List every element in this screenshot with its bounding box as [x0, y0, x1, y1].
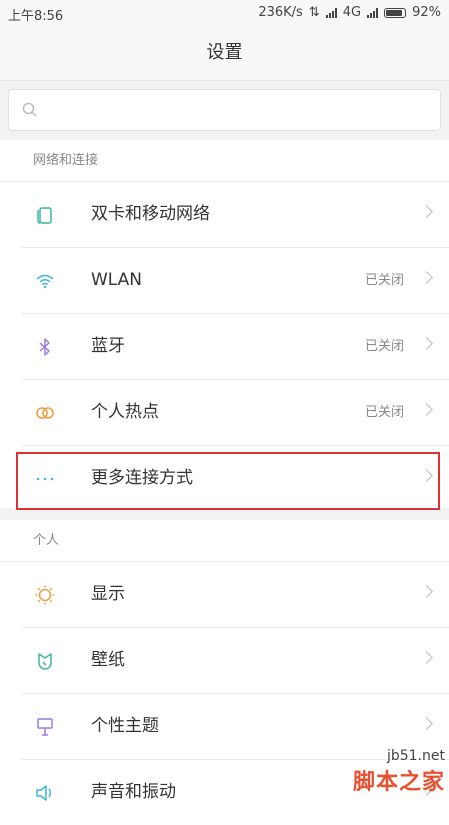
data-arrows-icon: ⇅ [308, 5, 320, 20]
status-speed: 236K/s [258, 5, 303, 20]
item-label: 蓝牙 [91, 336, 125, 356]
highlight-box [16, 452, 440, 510]
watermark: jb51.net 脚本之家 [353, 748, 445, 796]
watermark-name: 脚本之家 [352, 770, 445, 795]
status-text: 已关闭 [364, 339, 404, 354]
item-label: 个人热点 [91, 402, 159, 422]
bluetooth-icon [39, 338, 50, 356]
chevron-right-icon [420, 205, 433, 218]
page-title: 设置 [206, 42, 243, 63]
status-right: 236K/s ⇅ 4G 92% [258, 5, 441, 20]
chevron-right-icon [420, 403, 433, 416]
chevron-right-icon [420, 585, 433, 598]
sidebar-item-bluetooth[interactable]: 蓝牙 已关闭 [21, 314, 449, 380]
watermark-domain: jb51.net [386, 748, 445, 764]
status-battery: 92% [412, 5, 441, 20]
theme-icon [37, 718, 53, 736]
sun-icon [35, 585, 55, 605]
sidebar-item-wallpaper[interactable]: 壁纸 [21, 628, 449, 694]
chevron-right-icon [420, 717, 433, 730]
search-input[interactable] [8, 89, 441, 131]
status-time: 上午8:56 [8, 9, 64, 24]
status-text: 已关闭 [364, 405, 404, 420]
item-label: WLAN [91, 270, 143, 290]
sim-icon [37, 207, 52, 224]
hotspot-icon [36, 407, 54, 419]
section-title-network: 网络和连接 [0, 140, 449, 182]
chevron-right-icon [420, 337, 433, 350]
search-icon [22, 102, 37, 117]
sound-icon [36, 785, 52, 801]
item-label: 个性主题 [91, 716, 159, 736]
chevron-right-icon [420, 651, 433, 664]
status-text: 已关闭 [364, 273, 404, 288]
sidebar-item-hotspot[interactable]: 个人热点 已关闭 [21, 380, 449, 446]
sidebar-item-display[interactable]: 显示 [21, 562, 449, 628]
item-label: 双卡和移动网络 [91, 204, 210, 224]
chevron-right-icon [420, 271, 433, 284]
battery-icon [384, 7, 407, 18]
status-network: 4G [342, 5, 362, 20]
section-title-personal: 个人 [0, 520, 449, 562]
item-label: 声音和振动 [91, 782, 176, 802]
signal-icon-2 [367, 7, 379, 18]
item-label: 显示 [91, 584, 125, 604]
status-bar: 上午8:56 236K/s ⇅ 4G 92% [0, 0, 449, 26]
signal-icon [325, 7, 337, 18]
sidebar-item-dual-sim[interactable]: 双卡和移动网络 [21, 182, 449, 248]
item-label: 壁纸 [91, 650, 125, 670]
search-area [0, 80, 449, 141]
sidebar-item-wlan[interactable]: WLAN 已关闭 [21, 248, 449, 314]
wifi-icon [36, 274, 54, 289]
wallpaper-icon [38, 653, 52, 670]
